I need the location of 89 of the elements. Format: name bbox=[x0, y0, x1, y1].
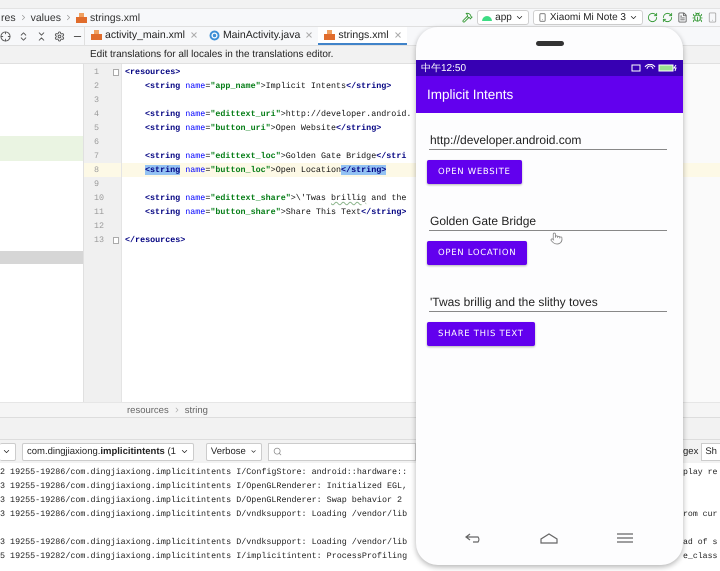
code-line: <string name="button_share">Share This Text</string> bbox=[145, 207, 406, 217]
regex-label[interactable]: gex bbox=[683, 446, 698, 457]
log-line: 2 19255-19286/com.dingjiaxiong.implicitintents I/ConfigStore: android::hardware:: bbox=[0, 467, 408, 477]
status-time: 中午12:50 bbox=[421, 62, 466, 75]
editor-tab[interactable]: strings.xml bbox=[318, 27, 407, 45]
code-line: <string name="button_loc">Open Location</string> bbox=[145, 165, 386, 175]
code-line: <string name="app_name">Implicit Intents</string> bbox=[145, 81, 392, 91]
breadcrumb-item[interactable]: string bbox=[184, 404, 208, 416]
text-field[interactable]: 'Twas brillig and the slithy toves bbox=[429, 291, 667, 312]
breadcrumb-item[interactable]: res bbox=[1, 12, 16, 24]
phone-icon[interactable] bbox=[707, 12, 718, 23]
line-number: 2 bbox=[94, 81, 100, 91]
code-line: <string name="edittext_share">\'Twas brillig and the bbox=[145, 193, 406, 203]
bug-icon[interactable] bbox=[692, 12, 703, 23]
log-line: play re bbox=[683, 468, 718, 476]
line-number: 12 bbox=[94, 221, 104, 231]
document-icon[interactable] bbox=[677, 12, 688, 23]
caret-icon bbox=[2, 447, 11, 456]
line-number: 1 bbox=[94, 67, 100, 77]
code-line: <string name="edittext_uri">http://developer.android. bbox=[145, 109, 412, 119]
pointer-icon bbox=[550, 232, 563, 245]
breadcrumb-item[interactable]: strings.xml bbox=[90, 12, 140, 24]
line-number: 10 bbox=[94, 193, 104, 203]
hammer-icon[interactable] bbox=[462, 12, 474, 23]
log-line: 3 19255-19286/com.dingjiaxiong.implicitintents D/vndksupport: Loading /vendor/lib bbox=[0, 537, 408, 547]
xml-file-icon bbox=[91, 30, 102, 40]
log-line: 3 19255-19286/com.dingjiaxiong.implicitintents D/vndksupport: Loading /vendor/lib bbox=[0, 509, 408, 519]
fold-icon[interactable] bbox=[113, 68, 119, 76]
package-dropdown[interactable]: com.dingjiaxiong.implicitintents (1 bbox=[22, 442, 194, 460]
android-icon bbox=[482, 14, 492, 21]
device-dropdown[interactable]: Xiaomi Mi Note 3 bbox=[532, 10, 643, 25]
action-button[interactable]: OPEN WEBSITE bbox=[427, 160, 522, 184]
line-number: 5 bbox=[94, 123, 100, 133]
log-line: 5 19255-19282/com.dingjiaxiong.implicitintents I/implicitintent: ProcessProfiling bbox=[0, 551, 408, 561]
line-number: 4 bbox=[94, 109, 100, 119]
editor-tab[interactable]: MainActivity.java bbox=[202, 27, 318, 45]
line-number: 11 bbox=[94, 207, 104, 217]
search-field[interactable] bbox=[268, 442, 416, 460]
expand-icon[interactable] bbox=[18, 30, 29, 42]
log-line: rom cur bbox=[683, 510, 718, 518]
class-icon bbox=[208, 30, 220, 40]
line-number: 13 bbox=[94, 235, 104, 245]
editor-tab[interactable]: activity_main.xml bbox=[85, 27, 203, 45]
rerun-icon[interactable] bbox=[647, 12, 658, 23]
menu-icon[interactable] bbox=[616, 533, 634, 543]
xml-file-icon bbox=[76, 12, 87, 22]
search-icon bbox=[272, 447, 282, 456]
log-line: ad of s bbox=[683, 538, 718, 546]
row-highlight bbox=[683, 163, 720, 177]
refresh-icon[interactable] bbox=[662, 12, 673, 23]
log-line: 3 19255-19286/com.dingjiaxiong.implicitintents I/OpenGLRenderer: Initialized EGL, bbox=[0, 481, 408, 491]
caret-icon bbox=[514, 13, 524, 22]
breadcrumb-item[interactable]: values bbox=[30, 12, 61, 24]
caret-icon bbox=[180, 447, 189, 456]
code-line: <string name="button_uri">Open Website</string> bbox=[145, 123, 382, 133]
banner-text: Edit translations for all locales in the translations editor. bbox=[90, 49, 334, 60]
collapse-icon[interactable] bbox=[36, 30, 47, 42]
breadcrumb-item[interactable]: resources bbox=[127, 404, 169, 416]
speaker-icon bbox=[536, 41, 564, 46]
device-dropdown[interactable] bbox=[0, 442, 16, 460]
fold-icon[interactable] bbox=[113, 236, 119, 244]
log-line: e_class bbox=[683, 552, 718, 560]
close-icon[interactable] bbox=[394, 32, 401, 38]
log-level-dropdown[interactable]: Verbose bbox=[206, 442, 262, 460]
caret-icon bbox=[629, 13, 638, 22]
status-icons bbox=[631, 64, 679, 72]
settings-icon[interactable] bbox=[54, 30, 65, 42]
line-number: 3 bbox=[94, 95, 100, 105]
log-line: 3 19255-19286/com.dingjiaxiong.implicitintents D/OpenGLRenderer: Swap behavior 2 bbox=[0, 495, 404, 505]
line-number: 7 bbox=[94, 151, 100, 161]
code-line: </resources> bbox=[125, 235, 186, 245]
text-field[interactable]: Golden Gate Bridge bbox=[429, 210, 667, 231]
text-field[interactable]: http://developer.android.com bbox=[429, 129, 667, 150]
action-button[interactable]: OPEN LOCATION bbox=[427, 241, 528, 265]
code-line: <resources> bbox=[125, 67, 180, 77]
filter-dropdown[interactable]: Sh bbox=[701, 442, 720, 460]
crosshair-icon[interactable] bbox=[0, 30, 11, 42]
xml-file-icon bbox=[324, 30, 336, 40]
line-number: 8 bbox=[94, 165, 100, 175]
close-icon[interactable] bbox=[306, 32, 312, 38]
line-number: 6 bbox=[94, 137, 100, 147]
run-config-dropdown[interactable]: app bbox=[477, 10, 529, 25]
close-icon[interactable] bbox=[190, 32, 197, 38]
action-button[interactable]: SHARE THIS TEXT bbox=[427, 322, 535, 346]
phone-icon bbox=[538, 13, 547, 22]
home-icon[interactable] bbox=[540, 532, 558, 544]
code-line: <string name="edittext_loc">Golden Gate Bridge</stri bbox=[145, 151, 406, 161]
app-title: Implicit Intents bbox=[427, 87, 514, 102]
line-number: 9 bbox=[94, 179, 100, 189]
